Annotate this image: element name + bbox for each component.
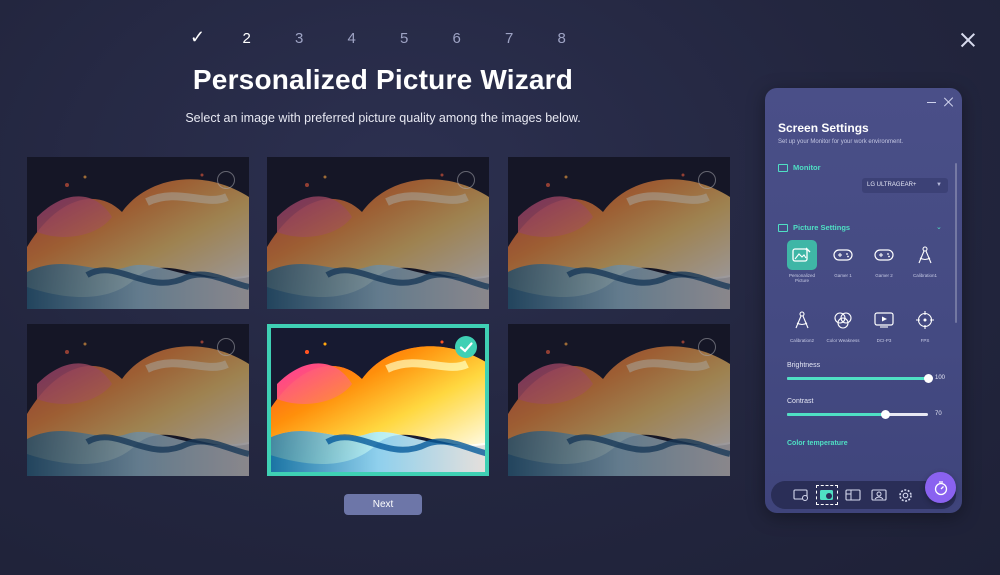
screen-settings-panel: Screen Settings Set up your Monitor for … (765, 88, 962, 513)
image-option-5-selected[interactable] (267, 324, 489, 476)
radio-button[interactable] (698, 171, 716, 189)
page-title: Personalized Picture Wizard (192, 64, 574, 95)
close-icon[interactable] (960, 32, 976, 48)
mode-gamer-2[interactable]: Gamer 2 (865, 240, 903, 278)
step-3: 3 (295, 30, 304, 47)
monitor-select[interactable]: LG ULTRAGEAR+ ▼ (862, 178, 948, 193)
contrast-slider[interactable] (787, 410, 928, 419)
mode-label: DCI-P3 (876, 338, 892, 343)
mode-label: Calibration1 (912, 273, 937, 278)
contrast-value: 70 (935, 411, 942, 417)
mode-calibration-2[interactable]: Calibration2 (783, 305, 821, 343)
contrast-fill (787, 413, 886, 416)
image-option-1[interactable] (27, 157, 249, 309)
page-subtitle: Select an image with preferred picture q… (185, 111, 581, 125)
monitor-icon (778, 163, 788, 172)
play-screen-icon (869, 305, 899, 335)
brightness-label: Brightness (787, 362, 821, 369)
timer-button[interactable] (925, 472, 956, 503)
webcam-icon[interactable] (870, 487, 888, 503)
picture-icon (778, 223, 788, 232)
step-1-complete: ✓ (190, 27, 206, 47)
mode-personalized-picture[interactable]: Personalized Picture (783, 240, 821, 283)
color-temperature-label[interactable]: Color temperature (787, 440, 848, 447)
monitor-section-label: Monitor (793, 163, 821, 172)
step-2: 2 (242, 30, 251, 47)
mode-label: Color Weakness (826, 338, 860, 343)
mode-label: Gamer 1 (834, 273, 852, 278)
image-option-3[interactable] (508, 157, 730, 309)
image-option-4[interactable] (27, 324, 249, 476)
brightness-fill (787, 377, 928, 380)
chevron-down-icon: ▼ (936, 182, 942, 188)
gear-icon[interactable] (896, 487, 914, 503)
step-7: 7 (505, 30, 514, 47)
mode-label: Gamer 2 (875, 273, 893, 278)
gamepad-icon (828, 240, 858, 270)
wizard-steps: ✓ 2 3 4 5 6 7 8 (190, 27, 610, 51)
step-8: 8 (557, 30, 566, 47)
panel-subtitle: Set up your Monitor for your work enviro… (778, 139, 904, 145)
radio-button[interactable] (217, 171, 235, 189)
timer-icon (934, 480, 947, 495)
image-option-6[interactable] (508, 324, 730, 476)
panel-close-icon[interactable] (943, 97, 954, 108)
display-settings-icon[interactable] (792, 487, 810, 503)
step-4: 4 (347, 30, 356, 47)
gamepad-icon (869, 240, 899, 270)
panel-scrollbar[interactable] (955, 163, 957, 323)
picture-mode-icon[interactable] (816, 485, 838, 505)
step-6: 6 (452, 30, 461, 47)
picture-settings-label: Picture Settings (793, 223, 851, 232)
picture-settings-header[interactable]: Picture Settings (778, 223, 850, 232)
mode-label: FPS (920, 338, 930, 343)
brightness-handle[interactable] (923, 374, 933, 383)
contrast-label: Contrast (787, 398, 814, 405)
split-screen-icon[interactable] (844, 487, 862, 503)
personalized-picture-icon (787, 240, 817, 270)
contrast-handle[interactable] (881, 410, 891, 419)
mode-dci-p3[interactable]: DCI-P3 (865, 305, 903, 343)
mode-calibration-1[interactable]: Calibration1 (906, 240, 944, 278)
color-circles-icon (828, 305, 858, 335)
checkmark-icon (455, 336, 477, 358)
brightness-slider[interactable] (787, 374, 933, 383)
compass-icon (910, 240, 940, 270)
crosshair-icon (910, 305, 940, 335)
panel-title: Screen Settings (778, 121, 869, 135)
mode-label: Personalized Picture (788, 273, 815, 283)
monitor-section-header: Monitor (778, 163, 821, 172)
minimize-icon[interactable] (927, 102, 936, 104)
chevron-down-icon[interactable]: ⌄ (936, 223, 942, 231)
mode-color-weakness[interactable]: Color Weakness (824, 305, 862, 343)
radio-button[interactable] (217, 338, 235, 356)
next-button[interactable]: Next (344, 494, 422, 515)
image-option-2[interactable] (267, 157, 489, 309)
brightness-value: 100 (935, 375, 946, 381)
mode-label: Calibration2 (789, 338, 814, 343)
mode-gamer-1[interactable]: Gamer 1 (824, 240, 862, 278)
compass-icon (787, 305, 817, 335)
radio-button[interactable] (698, 338, 716, 356)
mode-fps[interactable]: FPS (906, 305, 944, 343)
monitor-select-value: LG ULTRAGEAR+ (867, 182, 917, 188)
radio-button[interactable] (457, 171, 475, 189)
step-5: 5 (400, 30, 409, 47)
